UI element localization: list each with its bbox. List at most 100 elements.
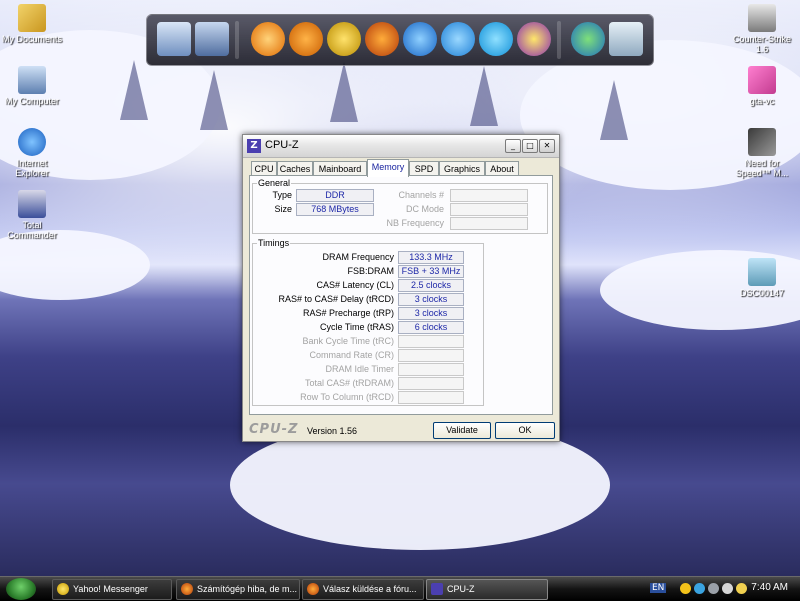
validate-button[interactable]: Validate: [433, 422, 491, 439]
desktop-icon-counter-strike[interactable]: Counter-Strike 1.6: [730, 4, 794, 54]
tab-cpu[interactable]: CPU: [251, 161, 277, 176]
nb-frequency-label: NB Frequency: [386, 218, 444, 228]
vlc-icon[interactable]: [289, 22, 323, 56]
snow-bank: [0, 230, 150, 300]
cpu-z-icon: [431, 583, 443, 595]
taskbar-item-label: Válasz küldése a fóru...: [323, 584, 417, 594]
taskbar-item-label: Számítógép hiba, de m...: [197, 584, 298, 594]
my-computer-icon: [18, 66, 46, 94]
yahoo-messenger-icon: [57, 583, 69, 595]
desktop-icon-gta-vc[interactable]: gta-vc: [730, 66, 794, 106]
yahoo-tray-icon[interactable]: [680, 583, 691, 594]
channels-label: Channels #: [398, 190, 444, 200]
start-button[interactable]: [6, 578, 36, 600]
timing-label: RAS# to CAS# Delay (tRCD): [278, 294, 394, 304]
play-icon[interactable]: [441, 22, 475, 56]
timing-label: Bank Cycle Time (tRC): [302, 336, 394, 346]
tree: [120, 60, 148, 120]
desktop-icon-label: gta-vc: [749, 96, 775, 106]
minimize-button[interactable]: _: [505, 139, 521, 153]
timing-value: 3 clocks: [398, 293, 464, 306]
recycle-bin-icon[interactable]: [609, 22, 643, 56]
desktop-icon-label: Total Commander: [7, 220, 57, 240]
cpu-z-icon: Z: [247, 139, 261, 153]
timing-value: 3 clocks: [398, 307, 464, 320]
general-legend: General: [258, 178, 291, 188]
winamp-icon[interactable]: [327, 22, 361, 56]
timing-value: [398, 391, 464, 404]
maximize-button[interactable]: □: [522, 139, 538, 153]
tab-graphics[interactable]: Graphics: [439, 161, 485, 176]
timing-value: 6 clocks: [398, 321, 464, 334]
channels-value: [450, 189, 528, 202]
desktop-icon-dsc00147[interactable]: DSC00147: [730, 258, 794, 298]
title-bar[interactable]: Z CPU-Z _ □ ✕: [243, 135, 559, 158]
desktop-icon-need-for-speed[interactable]: Need for Speed™ M...: [730, 128, 794, 178]
skype-icon[interactable]: [479, 22, 513, 56]
network-icon[interactable]: [195, 22, 229, 56]
tab-mainboard[interactable]: Mainboard: [313, 161, 367, 176]
emoticon-tray-icon[interactable]: [736, 583, 747, 594]
tab-spd[interactable]: SPD: [409, 161, 439, 176]
dc-mode-value: [450, 203, 528, 216]
internet-explorer-icon: [18, 128, 46, 156]
desktop-icon-internet-explorer[interactable]: Internet Explorer: [0, 128, 64, 178]
desktop-icon-my-computer[interactable]: My Computer: [0, 66, 64, 106]
timings-legend: Timings: [258, 238, 290, 248]
desktop-icon-label: DSC00147: [739, 288, 785, 298]
type-label: Type: [272, 190, 292, 200]
close-button[interactable]: ✕: [539, 139, 555, 153]
desktop-icon-label: Internet Explorer: [15, 158, 49, 178]
dc-mode-label: DC Mode: [405, 204, 444, 214]
timing-label: RAS# Precharge (tRP): [302, 308, 394, 318]
timing-value: 133.3 MHz: [398, 251, 464, 264]
timing-value: [398, 363, 464, 376]
firefox-icon: [181, 583, 193, 595]
tree: [600, 80, 628, 140]
skype-tray-icon[interactable]: [694, 583, 705, 594]
dock-separator: [235, 21, 239, 59]
volume-tray-icon[interactable]: [722, 583, 733, 594]
timing-value: 2.5 clocks: [398, 279, 464, 292]
timing-label: Cycle Time (tRAS): [319, 322, 394, 332]
internet-explorer-icon[interactable]: [403, 22, 437, 56]
desktop-icon-my-documents[interactable]: My Documents: [0, 4, 64, 44]
taskbar-item-firefox-2[interactable]: Válasz küldése a fóru...: [302, 579, 424, 600]
timing-label: DRAM Frequency: [322, 252, 394, 262]
floppy-disk-icon: [18, 190, 46, 218]
firefox-icon: [307, 583, 319, 595]
language-indicator[interactable]: EN: [650, 583, 667, 593]
version-label: Version 1.56: [307, 426, 358, 436]
timing-value: FSB + 33 MHz: [398, 265, 464, 278]
taskbar-item-cpu-z[interactable]: CPU-Z: [426, 579, 548, 600]
need-for-speed-icon: [748, 128, 776, 156]
type-value: DDR: [296, 189, 374, 202]
tab-memory[interactable]: Memory: [367, 159, 409, 177]
timing-value: [398, 349, 464, 362]
tab-about[interactable]: About: [485, 161, 519, 176]
taskbar-item-yahoo-messenger[interactable]: Yahoo! Messenger: [52, 579, 172, 600]
ok-button[interactable]: OK: [495, 422, 555, 439]
tab-caches[interactable]: Caches: [277, 161, 313, 176]
tree: [470, 66, 498, 126]
folder-documents-icon: [18, 4, 46, 32]
firefox-icon[interactable]: [365, 22, 399, 56]
window-title: CPU-Z: [265, 139, 299, 151]
desktop-icon-total-commander[interactable]: Total Commander: [0, 190, 64, 240]
network-tray-icon[interactable]: [708, 583, 719, 594]
yahoo-messenger-icon[interactable]: [517, 22, 551, 56]
timing-label: Total CAS# (tRDRAM): [304, 378, 394, 388]
desktop-icon-label: My Computer: [4, 96, 59, 106]
tree: [330, 62, 358, 122]
windows-icon[interactable]: [571, 22, 605, 56]
timing-value: [398, 377, 464, 390]
clock[interactable]: 7:40 AM: [751, 582, 788, 593]
media-player-icon[interactable]: [251, 22, 285, 56]
taskbar-item-firefox-1[interactable]: Számítógép hiba, de m...: [176, 579, 300, 600]
desktop-icon-label: Counter-Strike 1.6: [732, 34, 792, 54]
monitor-icon[interactable]: [157, 22, 191, 56]
image-file-icon: [748, 258, 776, 286]
taskbar: Yahoo! Messenger Számítógép hiba, de m..…: [0, 576, 800, 601]
timing-value: [398, 335, 464, 348]
size-value: 768 MBytes: [296, 203, 374, 216]
